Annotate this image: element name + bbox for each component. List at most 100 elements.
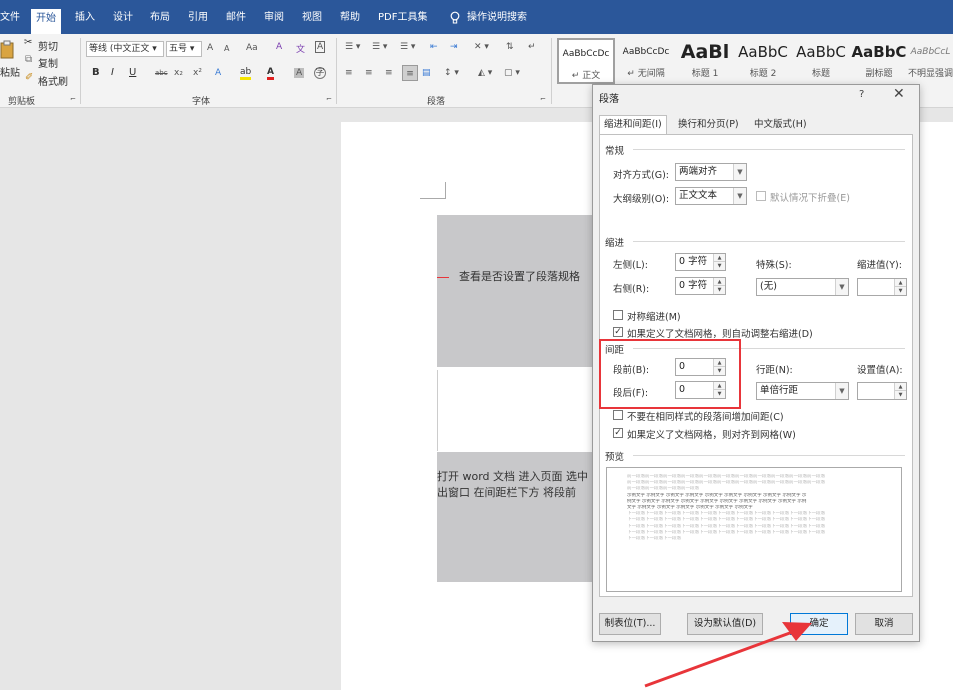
bold-button[interactable]: B bbox=[92, 67, 100, 78]
set-default-button[interactable]: 设为默认值(D) bbox=[687, 613, 763, 635]
tab-references[interactable]: 引用 bbox=[188, 9, 208, 27]
outline-level-select[interactable]: 正文文本 ▼ bbox=[675, 187, 747, 205]
numbering-icon[interactable]: ☰ ▾ bbox=[372, 42, 387, 52]
spin-buttons[interactable]: ▲ ▼ bbox=[713, 254, 725, 270]
paste-icon[interactable] bbox=[0, 40, 14, 60]
borders-icon[interactable]: ▢ ▾ bbox=[504, 68, 520, 78]
cut-button[interactable]: 剪切 bbox=[38, 38, 58, 53]
increase-indent-icon[interactable]: ⇥ bbox=[450, 42, 458, 52]
chinese-layout-icon[interactable]: ✕ ▾ bbox=[474, 42, 489, 52]
style-subtle-emphasis[interactable]: AaBbCcL 不明显强调 bbox=[908, 38, 953, 84]
font-color-icon[interactable]: A bbox=[267, 67, 274, 80]
close-icon[interactable]: ✕ bbox=[893, 86, 905, 102]
tab-view[interactable]: 视图 bbox=[302, 9, 322, 27]
tab-file[interactable]: 文件 bbox=[0, 9, 20, 27]
tab-mailings[interactable]: 邮件 bbox=[226, 9, 246, 27]
text-effects-icon[interactable]: A bbox=[215, 68, 221, 78]
line-spacing-select[interactable]: 单倍行距 ▼ bbox=[756, 382, 849, 400]
image-placeholder bbox=[437, 215, 607, 367]
tab-review[interactable]: 审阅 bbox=[264, 9, 284, 27]
alignment-select[interactable]: 两端对齐 ▼ bbox=[675, 163, 747, 181]
style-title[interactable]: AaBbC 标题 bbox=[792, 38, 850, 84]
tab-indents-spacing[interactable]: 缩进和间距(I) bbox=[599, 115, 667, 135]
tab-layout[interactable]: 布局 bbox=[150, 9, 170, 27]
tab-asian-typography[interactable]: 中文版式(H) bbox=[749, 115, 812, 133]
superscript-button[interactable]: x² bbox=[193, 68, 202, 78]
tab-design[interactable]: 设计 bbox=[113, 9, 133, 27]
font-launcher-icon[interactable]: ⌐ bbox=[326, 95, 332, 103]
chevron-down-icon: ▼ bbox=[733, 188, 746, 204]
snap-to-grid-label: 如果定义了文档网格，则对齐到网格(W) bbox=[627, 430, 796, 441]
line-spacing-label: 行距(N): bbox=[756, 365, 793, 376]
cancel-button[interactable]: 取消 bbox=[855, 613, 913, 635]
tab-help[interactable]: 帮助 bbox=[340, 9, 360, 27]
format-painter-button[interactable]: 格式刷 bbox=[38, 73, 68, 88]
font-size-combo[interactable]: 五号 ▾ bbox=[166, 41, 202, 57]
ok-button[interactable]: 确定 bbox=[790, 613, 848, 635]
mirror-indents-checkbox[interactable] bbox=[613, 310, 623, 320]
auto-adjust-checkbox[interactable]: ✓ bbox=[613, 327, 623, 337]
tab-line-page-breaks[interactable]: 换行和分页(P) bbox=[673, 115, 744, 133]
spin-buttons[interactable]: ▲ ▼ bbox=[713, 278, 725, 294]
show-marks-icon[interactable]: ↵ bbox=[528, 42, 536, 52]
chevron-down-icon: ▼ bbox=[733, 164, 746, 180]
tab-insert[interactable]: 插入 bbox=[75, 9, 95, 27]
style-no-spacing[interactable]: AaBbCcDc ↵ 无间隔 bbox=[617, 38, 675, 84]
clear-format-icon[interactable]: A bbox=[276, 42, 282, 52]
copy-button[interactable]: 复制 bbox=[38, 55, 58, 70]
style-normal[interactable]: AaBbCcDc ↵ 正文 bbox=[557, 38, 615, 84]
right-indent-label: 右侧(R): bbox=[613, 284, 650, 295]
tell-me-search[interactable]: 操作说明搜索 bbox=[467, 9, 527, 27]
tab-pdf-tools[interactable]: PDF工具集 bbox=[378, 9, 427, 27]
align-right-icon[interactable]: ≡ bbox=[385, 68, 393, 78]
tabs-button[interactable]: 制表位(T)... bbox=[599, 613, 661, 635]
spin-buttons[interactable]: ▲ ▼ bbox=[894, 279, 906, 295]
tab-home[interactable]: 开始 bbox=[31, 9, 61, 34]
distributed-icon[interactable]: ▤ bbox=[422, 68, 431, 78]
right-indent-input[interactable]: 0 字符 ▲ ▼ bbox=[675, 277, 726, 295]
indent-by-input[interactable]: ▲ ▼ bbox=[857, 278, 907, 296]
bullets-icon[interactable]: ☰ ▾ bbox=[345, 42, 360, 52]
no-space-same-style-checkbox[interactable] bbox=[613, 410, 623, 420]
justify-icon[interactable]: ≡ bbox=[402, 65, 418, 81]
subscript-button[interactable]: x₂ bbox=[174, 68, 183, 78]
style-heading-1[interactable]: AaBl 标题 1 bbox=[676, 38, 734, 84]
phonetic-guide-icon[interactable]: 文 bbox=[296, 42, 305, 55]
snap-to-grid-checkbox[interactable]: ✓ bbox=[613, 428, 623, 438]
char-shading-icon[interactable]: A bbox=[294, 68, 305, 78]
spacing-at-input[interactable]: ▲ ▼ bbox=[857, 382, 907, 400]
no-space-same-style-label: 不要在相同样式的段落间增加间距(C) bbox=[627, 412, 784, 423]
help-button[interactable]: ? bbox=[859, 89, 864, 100]
change-case-button[interactable]: Aa bbox=[246, 43, 258, 53]
align-center-icon[interactable]: ≡ bbox=[365, 68, 373, 78]
align-left-icon[interactable]: ≡ bbox=[345, 68, 353, 78]
style-heading-2[interactable]: AaBbC 标题 2 bbox=[734, 38, 792, 84]
multilevel-list-icon[interactable]: ☰ ▾ bbox=[400, 42, 415, 52]
clipboard-launcher-icon[interactable]: ⌐ bbox=[70, 95, 76, 103]
grow-font-button[interactable]: A bbox=[207, 43, 213, 53]
paste-button[interactable]: 粘贴 bbox=[0, 64, 20, 79]
left-indent-input[interactable]: 0 字符 ▲ ▼ bbox=[675, 253, 726, 271]
char-border-icon[interactable]: A bbox=[315, 41, 326, 53]
collapse-checkbox[interactable] bbox=[756, 191, 766, 201]
dialog-title: 段落 bbox=[599, 94, 619, 105]
section-general: 常规 bbox=[605, 146, 625, 157]
line-spacing-icon[interactable]: ↕ ▾ bbox=[444, 68, 459, 78]
special-indent-select[interactable]: (无) ▼ bbox=[756, 278, 849, 296]
doc-line-2: 打开 word 文档 进入页面 选中 bbox=[437, 470, 589, 483]
strikethrough-button[interactable]: abc bbox=[155, 69, 168, 77]
style-subtitle[interactable]: AaBbC 副标题 bbox=[850, 38, 908, 84]
chevron-down-icon: ▼ bbox=[835, 279, 848, 295]
paragraph-launcher-icon[interactable]: ⌐ bbox=[540, 95, 546, 103]
ribbon-separator bbox=[80, 38, 81, 104]
font-name-combo[interactable]: 等线 (中文正文 ▾ bbox=[86, 41, 164, 57]
shrink-font-button[interactable]: A bbox=[224, 44, 229, 53]
spin-buttons[interactable]: ▲ ▼ bbox=[894, 383, 906, 399]
italic-button[interactable]: I bbox=[111, 67, 114, 78]
decrease-indent-icon[interactable]: ⇤ bbox=[430, 42, 438, 52]
enclose-char-icon[interactable]: 字 bbox=[314, 67, 326, 79]
highlight-color-icon[interactable]: ab bbox=[240, 67, 252, 80]
underline-button[interactable]: U bbox=[129, 67, 136, 78]
shading-icon[interactable]: ◭ ▾ bbox=[478, 68, 492, 78]
sort-icon[interactable]: ⇅ bbox=[506, 42, 514, 52]
